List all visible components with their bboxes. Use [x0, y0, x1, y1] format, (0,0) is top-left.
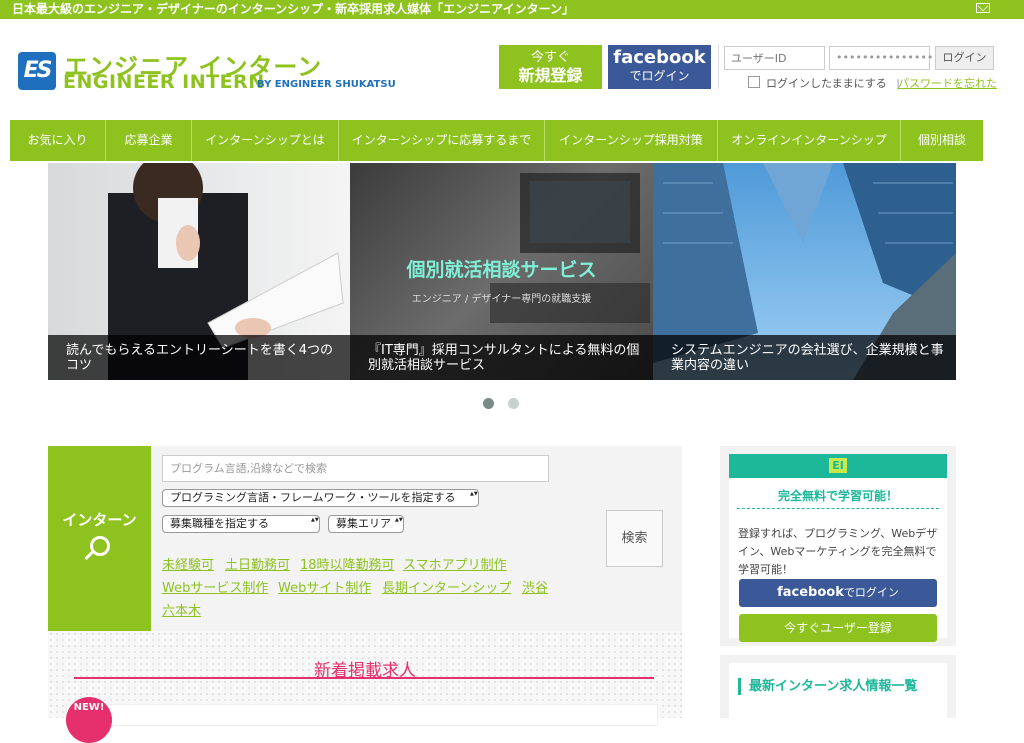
- keyword-search-input[interactable]: プログラム言語,沿線などで検索: [162, 455, 549, 482]
- learning-card-header: EI: [729, 454, 947, 478]
- facebook-wordmark: facebook: [777, 585, 844, 600]
- free-learning-title: 完全無料で学習可能！: [777, 489, 898, 503]
- logo-mark-icon: ES: [18, 52, 56, 90]
- nav-item-favorites[interactable]: お気に入り: [10, 120, 106, 161]
- user-id-input[interactable]: [724, 46, 825, 70]
- signup-button[interactable]: 今すぐ 新規登録: [499, 45, 602, 89]
- tag-link[interactable]: スマホアプリ制作: [403, 554, 507, 573]
- slide-overlay-subtitle: エンジニア / デザイナー専門の就職支援: [411, 294, 592, 305]
- slider-dot-1[interactable]: [483, 398, 494, 409]
- main-nav: お気に入り 応募企業 インターンシップとは インターンシップに応募するまで イン…: [10, 120, 983, 161]
- slider-dot-2[interactable]: [508, 398, 520, 409]
- facebook-login-label: でログイン: [843, 586, 899, 599]
- mail-icon[interactable]: [976, 3, 990, 13]
- dashed-divider: [737, 508, 939, 509]
- job-type-select[interactable]: 募集職種を指定する: [162, 515, 320, 533]
- sidebar-latest-jobs: 最新インターン求人情報一覧: [720, 655, 956, 718]
- hero-slider: 読んでもらえるエントリーシートを書く4つのコツ 個別就活相談サービス エンジニア…: [48, 163, 956, 380]
- remember-label: ログインしたままにする: [766, 77, 887, 90]
- search-label-block: インターン: [48, 446, 151, 631]
- language-select[interactable]: プログラミング言語・フレームワーク・ツールを指定する: [162, 489, 479, 507]
- login-button[interactable]: ログイン: [935, 46, 994, 70]
- learning-card-inner: EI 完全無料で学習可能！ 登録すれば、プログラミング、Webデザイン、Webマ…: [729, 454, 947, 638]
- tag-link[interactable]: 六本木: [162, 600, 201, 619]
- top-bar: 日本最大級のエンジニア・デザイナーのインターンシップ・新卒採用求人媒体「エンジニ…: [0, 0, 1024, 19]
- area-select[interactable]: 募集エリア: [328, 515, 404, 533]
- sidebar-facebook-login-button[interactable]: facebookでログイン: [739, 579, 937, 607]
- nav-item-consult[interactable]: 個別相談: [901, 120, 983, 161]
- facebook-login-label: でログイン: [629, 69, 690, 83]
- job-card[interactable]: [66, 704, 658, 726]
- sidebar-register-button[interactable]: 今すぐユーザー登録: [739, 614, 937, 642]
- latest-jobs-title: 最新インターン求人情報一覧: [738, 678, 917, 695]
- search-label: インターン: [62, 511, 137, 529]
- forgot-password-link[interactable]: パスワードを忘れた: [898, 75, 997, 91]
- header-divider: [718, 45, 719, 89]
- facebook-login-button[interactable]: facebook でログイン: [608, 45, 711, 89]
- slide-overlay-title: 個別就活相談サービス: [406, 259, 597, 281]
- slide-caption: 『IT専門』採用コンサルタントによる無料の個別就活相談サービス: [350, 335, 653, 380]
- signup-line1: 今すぐ: [530, 50, 570, 65]
- new-jobs-underline: [74, 677, 654, 679]
- nav-item-apply-flow[interactable]: インターンシップに応募するまで: [339, 120, 545, 161]
- slide-company-choice[interactable]: システムエンジニアの会社選び、企業規模と事業内容の違い: [653, 163, 956, 380]
- tag-link[interactable]: Webサービス制作: [162, 577, 268, 596]
- facebook-wordmark: facebook: [613, 47, 706, 68]
- logo-byline: BY ENGINEER SHUKATSU: [257, 79, 396, 90]
- tag-link[interactable]: 土日勤務可: [225, 554, 290, 573]
- tag-link[interactable]: 渋谷: [522, 577, 548, 596]
- ei-logo-icon: EI: [829, 458, 847, 473]
- tag-link[interactable]: 18時以降勤務可: [300, 554, 395, 573]
- site-tagline: 日本最大級のエンジニア・デザイナーのインターンシップ・新卒採用求人媒体「エンジニ…: [12, 2, 574, 16]
- new-badge: NEW!: [66, 697, 112, 743]
- tag-link[interactable]: Webサイト制作: [278, 577, 371, 596]
- tag-link[interactable]: 未経験可: [162, 554, 214, 573]
- nav-item-about[interactable]: インターンシップとは: [192, 120, 339, 161]
- slide-entry-sheet[interactable]: 読んでもらえるエントリーシートを書く4つのコツ: [48, 163, 350, 380]
- slide-consulting[interactable]: 個別就活相談サービス エンジニア / デザイナー専門の就職支援 『IT専門』採用…: [350, 163, 653, 380]
- latest-jobs-inner: 最新インターン求人情報一覧: [729, 663, 947, 718]
- magnifier-icon: [90, 536, 110, 556]
- nav-item-online[interactable]: オンラインインターンシップ: [718, 120, 901, 161]
- learning-description: 登録すれば、プログラミング、Webデザイン、Webマーケティングを完全無料で学習…: [738, 527, 938, 576]
- signup-line2: 新規登録: [518, 66, 583, 85]
- slide-caption: 読んでもらえるエントリーシートを書く4つのコツ: [48, 335, 350, 380]
- nav-item-applied[interactable]: 応募企業: [106, 120, 192, 161]
- slider-pagination: [483, 394, 528, 413]
- password-input[interactable]: •••••••••••••••: [829, 46, 933, 70]
- nav-item-prep[interactable]: インターンシップ採用対策: [545, 120, 718, 161]
- remember-checkbox[interactable]: [748, 76, 760, 88]
- tag-link[interactable]: 長期インターンシップ: [382, 577, 511, 596]
- logo-title-en: ENGINEER INTERN: [63, 71, 265, 93]
- slide-caption: システムエンジニアの会社選び、企業規模と事業内容の違い: [653, 335, 956, 380]
- remember-me[interactable]: ログインしたままにする |: [748, 75, 900, 91]
- search-button[interactable]: 検索: [606, 510, 663, 567]
